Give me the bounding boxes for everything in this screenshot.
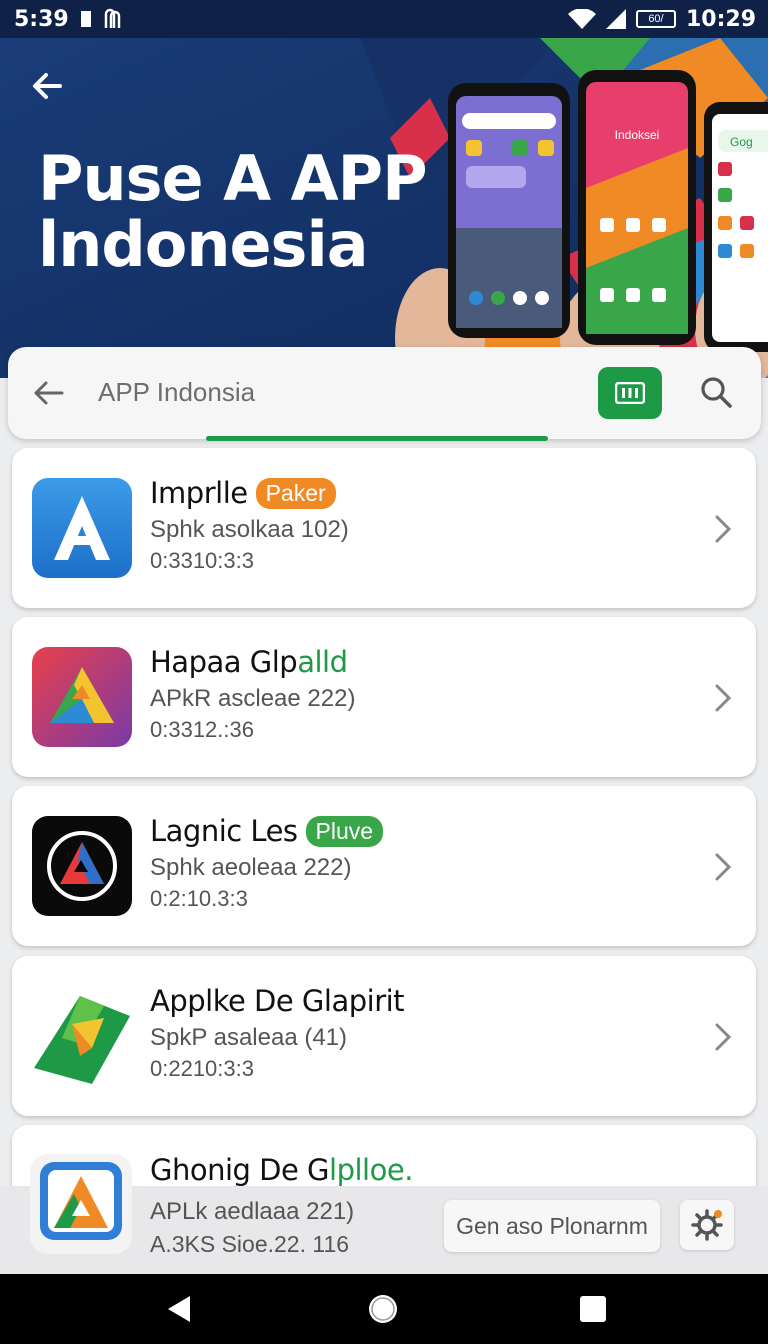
battery-icon: 60/ (635, 10, 676, 28)
search-input[interactable]: APP Indonsia (98, 377, 255, 408)
wifi-icon (567, 9, 596, 29)
nav-back-icon[interactable] (162, 1292, 196, 1326)
nav-recents-icon[interactable] (576, 1292, 610, 1326)
search-back-icon[interactable] (30, 374, 68, 412)
gear-icon (691, 1209, 723, 1241)
app-name-accent: lplloe. (329, 1153, 413, 1187)
phone-screen-label-right: Gog (730, 135, 753, 149)
generate-button[interactable]: Gen aso Plonarnm (444, 1200, 660, 1252)
app-meta: 0:2:10.3:3 (150, 886, 248, 911)
app-title-row: Lagnic Les Pluve (150, 814, 384, 848)
app-badge: Pluve (305, 815, 384, 847)
settings-button[interactable] (680, 1200, 734, 1250)
status-right: 60/ 10:29 (567, 6, 756, 32)
app-list-item[interactable]: Lagnic Les Pluve Sphk aeoleaa 222) 0:2:1… (12, 786, 756, 946)
app-badge: Paker (255, 477, 336, 509)
app-subtitle: Sphk aeoleaa 222) (150, 854, 352, 881)
status-time-right: 10:29 (685, 6, 756, 32)
app-name: Hapaa Glpalld (150, 645, 348, 679)
app-meta: A.3KS Sioe.22. 116 (150, 1231, 350, 1257)
grid-icon (615, 382, 645, 404)
triangle-logo-icon (32, 647, 132, 747)
nav-home-icon[interactable] (366, 1292, 400, 1326)
phone-screen-label-center: Indoksei (615, 128, 660, 142)
app-title-row: Ghonig De Glplloe. (150, 1153, 413, 1187)
chevron-right-icon (715, 515, 732, 543)
green-shape-icon (32, 986, 132, 1086)
app-name: Imprlle (150, 476, 248, 510)
system-navigation-bar (0, 1274, 768, 1344)
app-title-row: Imprlle Paker (150, 476, 336, 510)
app-name: Lagnic Les (150, 814, 298, 848)
app-list-item[interactable]: Imprlle Paker Sphk asolkaa 102) 0:3310:3… (12, 448, 756, 608)
hero-title-line2: lndonesia (38, 208, 369, 281)
search-bar: APP Indonsia (8, 347, 761, 439)
hero-title: Puse A APP lndonesia (38, 142, 428, 281)
app-meta: 0:2210:3:3 (150, 1056, 254, 1081)
app-subtitle: Sphk asolkaa 102) (150, 516, 349, 543)
back-arrow-icon[interactable] (28, 66, 68, 106)
chevron-right-icon (715, 853, 732, 881)
app-subtitle: APkR ascleae 222) (150, 685, 356, 712)
chevron-right-icon (715, 684, 732, 712)
search-icon[interactable] (698, 374, 734, 410)
circle-a-icon (32, 816, 132, 916)
grid-view-button[interactable] (598, 367, 662, 419)
app-list-item[interactable]: Applke De Glapirit SpkP asaleaa (41) 0:2… (12, 956, 756, 1116)
app-meta: 0:3310:3:3 (150, 548, 254, 573)
a-letter-icon (32, 478, 132, 578)
app-title-row: Hapaa Glpalld (150, 645, 348, 679)
app-name-main: Ghonig De G (150, 1153, 330, 1187)
hero-banner: Indoksei Gog Puse A APP lndonesia (0, 38, 768, 378)
status-left: 5:39 (14, 7, 123, 32)
blue-a-icon (30, 1154, 132, 1254)
chevron-right-icon (715, 1023, 732, 1051)
app-subtitle: APLk aedlaaa 221) (150, 1198, 355, 1225)
app-name: Ghonig De Glplloe. (150, 1153, 413, 1187)
app-subtitle: SpkP asaleaa (41) (150, 1024, 348, 1051)
signal-icon (605, 9, 626, 29)
app-name: Applke De Glapirit (150, 984, 405, 1018)
app-notification-icon (104, 8, 120, 28)
app-name-main: Hapaa Glp (150, 645, 298, 679)
hero-title-line1: Puse A APP (38, 142, 428, 215)
search-progress-indicator (206, 436, 548, 441)
app-meta: 0:3312.:36 (150, 717, 254, 742)
notification-icon (80, 11, 91, 27)
status-bar: 5:39 60/ 10:29 (0, 0, 768, 38)
status-time-left: 5:39 (14, 6, 69, 32)
app-title-row: Applke De Glapirit (150, 984, 405, 1018)
app-name-accent: alld (297, 645, 348, 679)
app-list-item[interactable]: Hapaa Glpalld APkR ascleae 222) 0:3312.:… (12, 617, 756, 777)
